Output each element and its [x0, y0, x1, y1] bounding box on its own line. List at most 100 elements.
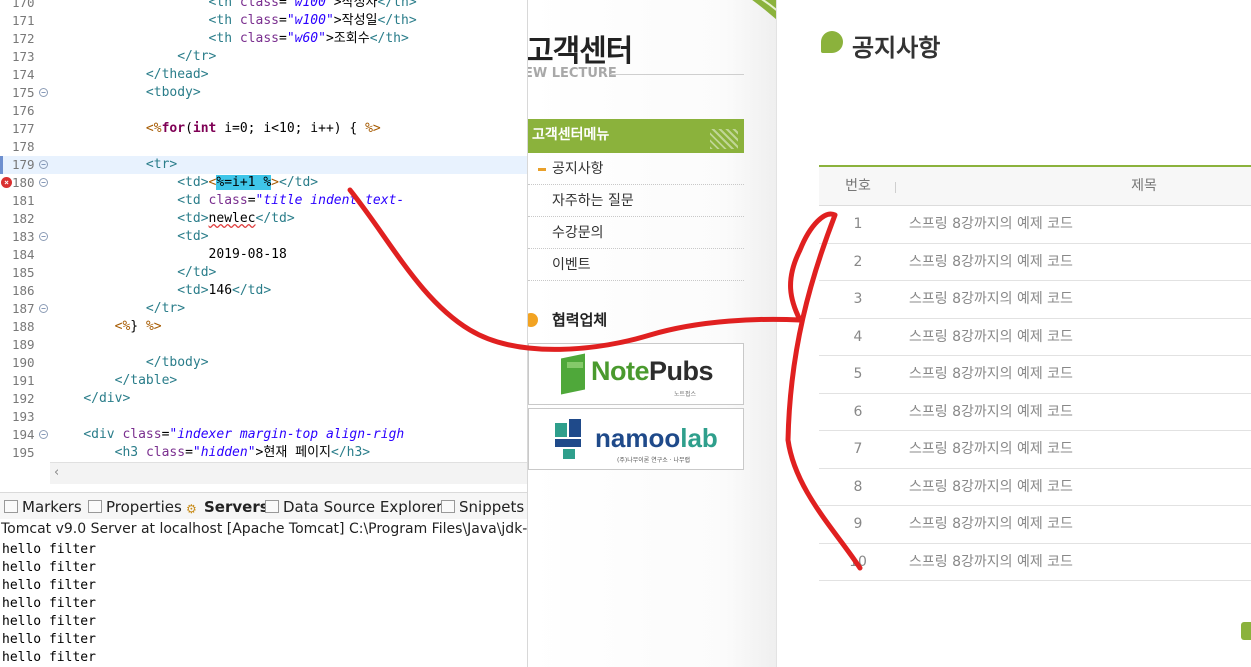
- line-number: 189: [12, 337, 35, 352]
- code-line[interactable]: 185 </td>: [0, 264, 528, 282]
- row-title-link[interactable]: 스프링 8강까지의 예제 코드: [909, 319, 1073, 355]
- code-line[interactable]: 171 <th class="w100">작성일</th>: [0, 12, 528, 30]
- ide-pane: 170 <th class="w100">작성자</th> 171 <th cla…: [0, 0, 528, 667]
- menu-item-faq[interactable]: 자주하는 질문: [528, 185, 744, 217]
- code-line[interactable]: 175− <tbody>: [0, 84, 528, 102]
- fold-toggle-icon[interactable]: −: [39, 160, 48, 169]
- tab-properties[interactable]: Properties: [88, 497, 182, 517]
- code-line[interactable]: 191 </table>: [0, 372, 528, 390]
- tab-markers[interactable]: Markers: [4, 497, 82, 517]
- table-row[interactable]: 7 스프링 8강까지의 예제 코드: [819, 431, 1251, 469]
- code-line[interactable]: 177 <%for(int i=0; i<10; i++) { %>: [0, 120, 528, 138]
- line-number: 187: [12, 301, 35, 316]
- row-title-link[interactable]: 스프링 8강까지의 예제 코드: [909, 281, 1073, 317]
- table-row[interactable]: 3 스프링 8강까지의 예제 코드: [819, 281, 1251, 319]
- leaf-bullet-icon: [821, 31, 843, 53]
- error-marker-icon[interactable]: ×: [1, 177, 12, 188]
- partner-notepubs-banner[interactable]: NotePubs 노트펍스: [528, 343, 744, 405]
- row-number: 3: [853, 291, 863, 307]
- fold-toggle-icon[interactable]: −: [39, 88, 48, 97]
- code-text: </thead>: [145, 67, 209, 82]
- code-text: <th class="w100">작성일</th>: [208, 13, 417, 28]
- code-line[interactable]: 186 <td>146</td>: [0, 282, 528, 300]
- partner-namoolab-banner[interactable]: namoolab (주)나무이론 연구소 · 나무랩: [528, 408, 744, 470]
- code-line[interactable]: 192 </div>: [0, 390, 528, 408]
- line-number: 190: [12, 355, 35, 370]
- namoolab-brand-2: lab: [680, 423, 718, 453]
- code-line[interactable]: 188 <%} %>: [0, 318, 528, 336]
- notepubs-brand-1: Note: [591, 356, 650, 386]
- tab-label: Markers: [22, 498, 82, 516]
- menu-item-notice[interactable]: 공지사항: [528, 153, 744, 185]
- row-title-link[interactable]: 스프링 8강까지의 예제 코드: [909, 431, 1073, 467]
- row-title-link[interactable]: 스프링 8강까지의 예제 코드: [909, 356, 1073, 392]
- table-row[interactable]: 10 스프링 8강까지의 예제 코드: [819, 544, 1251, 581]
- tab-snippets[interactable]: Snippets: [441, 497, 524, 517]
- tab-label: Snippets: [459, 498, 525, 516]
- menu-item-inquiry[interactable]: 수강문의: [528, 217, 744, 249]
- fold-toggle-icon[interactable]: −: [39, 232, 48, 241]
- code-line[interactable]: 176: [0, 102, 528, 120]
- code-line[interactable]: 179− <tr>: [0, 156, 528, 174]
- table-row[interactable]: 1 스프링 8강까지의 예제 코드: [819, 206, 1251, 244]
- code-text: <%} %>: [114, 319, 162, 334]
- table-row[interactable]: 4 스프링 8강까지의 예제 코드: [819, 319, 1251, 356]
- code-line[interactable]: 173 </tr>: [0, 48, 528, 66]
- code-text: <td>146</td>: [177, 283, 272, 298]
- table-row[interactable]: 5 스프링 8강까지의 예제 코드: [819, 356, 1251, 394]
- code-text: <th class="w100">작성자</th>: [208, 0, 417, 10]
- code-line[interactable]: 190 </tbody>: [0, 354, 528, 372]
- code-line[interactable]: 170 <th class="w100">작성자</th>: [0, 0, 528, 12]
- code-text: <%for(int i=0; i<10; i++) { %>: [145, 121, 381, 136]
- console-line: hello filter: [2, 560, 96, 575]
- horizontal-scrollbar[interactable]: ‹: [50, 462, 528, 484]
- row-number: 10: [849, 553, 867, 570]
- page-corner-button[interactable]: [1241, 622, 1251, 640]
- scroll-left-icon[interactable]: ‹: [54, 465, 59, 480]
- code-line[interactable]: 181 <td class="title indent text-: [0, 192, 528, 210]
- code-line[interactable]: 182 <td>newlec</td>: [0, 210, 528, 228]
- fold-toggle-icon[interactable]: −: [39, 178, 48, 187]
- code-line[interactable]: 189: [0, 336, 528, 354]
- table-row[interactable]: 6 스프링 8강까지의 예제 코드: [819, 394, 1251, 431]
- row-title-link[interactable]: 스프링 8강까지의 예제 코드: [909, 244, 1073, 280]
- menu-header: 고객센터메뉴: [528, 119, 744, 153]
- row-title-link[interactable]: 스프링 8강까지의 예제 코드: [909, 469, 1073, 505]
- fold-toggle-icon[interactable]: −: [39, 304, 48, 313]
- code-line[interactable]: 178: [0, 138, 528, 156]
- code-editor[interactable]: 170 <th class="w100">작성자</th> 171 <th cla…: [0, 0, 528, 462]
- row-title-link[interactable]: 스프링 8강까지의 예제 코드: [909, 506, 1073, 542]
- line-number: 183: [12, 229, 35, 244]
- table-row[interactable]: 2 스프링 8강까지의 예제 코드: [819, 244, 1251, 281]
- row-title-link[interactable]: 스프링 8강까지의 예제 코드: [909, 394, 1073, 430]
- code-line[interactable]: 195 <h3 class="hidden">현재 페이지</h3>: [0, 444, 528, 462]
- fold-toggle-icon[interactable]: −: [39, 430, 48, 439]
- header-separator: [895, 182, 896, 193]
- site-title: 고객센터: [528, 34, 633, 69]
- line-number: 172: [12, 31, 35, 46]
- row-number: 7: [853, 441, 863, 457]
- code-line[interactable]: 172 <th class="w60">조회수</th>: [0, 30, 528, 48]
- tab-servers[interactable]: ⚙ Servers: [186, 497, 269, 517]
- row-title-link[interactable]: 스프링 8강까지의 예제 코드: [909, 206, 1073, 242]
- site-sidebar: 고객센터 EW LECTURE 고객센터메뉴 공지사항 자주하는 질문 수강문의…: [528, 0, 776, 667]
- menu-item-event[interactable]: 이벤트: [528, 249, 744, 281]
- row-title-link[interactable]: 스프링 8강까지의 예제 코드: [909, 544, 1073, 580]
- code-line[interactable]: 194− <div class="indexer margin-top alig…: [0, 426, 528, 444]
- code-line[interactable]: × 180− <td><%=i+1 %></td>: [0, 174, 528, 192]
- line-number: 193: [12, 409, 35, 424]
- properties-icon: [88, 500, 102, 513]
- code-text: <h3 class="hidden">현재 페이지</h3>: [114, 445, 371, 460]
- table-row[interactable]: 9 스프링 8강까지의 예제 코드: [819, 506, 1251, 544]
- code-line[interactable]: 174 </thead>: [0, 66, 528, 84]
- code-text: 2019-08-18: [52, 247, 287, 262]
- code-line[interactable]: 184 2019-08-18: [0, 246, 528, 264]
- code-line[interactable]: 183− <td>: [0, 228, 528, 246]
- table-row[interactable]: 8 스프링 8강까지의 예제 코드: [819, 469, 1251, 506]
- tab-data-source-explorer[interactable]: Data Source Explorer: [265, 497, 442, 517]
- code-line[interactable]: 187− </tr>: [0, 300, 528, 318]
- line-number: 191: [12, 373, 35, 388]
- code-text: <tbody>: [145, 85, 201, 100]
- code-line[interactable]: 193: [0, 408, 528, 426]
- line-number: 174: [12, 67, 35, 82]
